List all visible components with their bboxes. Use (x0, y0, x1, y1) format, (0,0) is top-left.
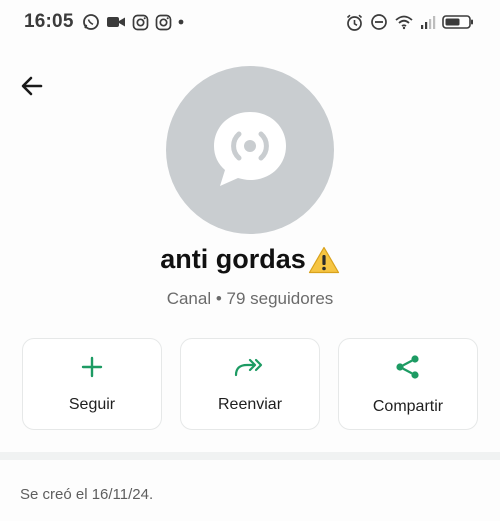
channel-info-screen: 16:05 anti gordas Canal • 79 seguidores … (0, 0, 500, 521)
plus-icon (80, 355, 104, 384)
channel-broadcast-icon (200, 98, 300, 203)
status-left: 16:05 (24, 11, 184, 33)
action-row: Seguir Reenviar Compartir (22, 338, 478, 430)
channel-name-text: anti gordas (160, 244, 306, 274)
share-icon (394, 353, 422, 386)
alarm-icon (345, 13, 364, 32)
channel-name: anti gordas (0, 244, 500, 275)
warning-icon (308, 246, 340, 274)
wifi-icon (394, 14, 414, 30)
whatsapp-icon (82, 13, 100, 31)
channel-avatar[interactable] (166, 66, 334, 234)
forward-label: Reenviar (217, 395, 283, 413)
back-button[interactable] (16, 72, 48, 104)
dot-icon (178, 19, 184, 25)
forward-icon (233, 355, 267, 384)
created-date: Se creó el 16/11/24. (20, 486, 154, 503)
follow-label: Seguir (68, 395, 116, 413)
share-label: Compartir (372, 397, 444, 415)
battery-icon (442, 14, 474, 30)
status-right (345, 13, 474, 32)
share-button[interactable]: Compartir (338, 338, 478, 430)
follow-button[interactable]: Seguir (22, 338, 162, 430)
do-not-disturb-icon (370, 13, 388, 31)
status-bar: 16:05 (0, 0, 500, 44)
section-divider (0, 452, 500, 460)
arrow-left-icon (19, 73, 45, 104)
instagram-icon (155, 14, 172, 31)
signal-icon (420, 14, 436, 30)
forward-button[interactable]: Reenviar (180, 338, 320, 430)
status-time: 16:05 (24, 11, 74, 32)
channel-meta: Canal • 79 seguidores (166, 289, 334, 308)
instagram-icon (132, 14, 149, 31)
video-icon (106, 14, 126, 30)
